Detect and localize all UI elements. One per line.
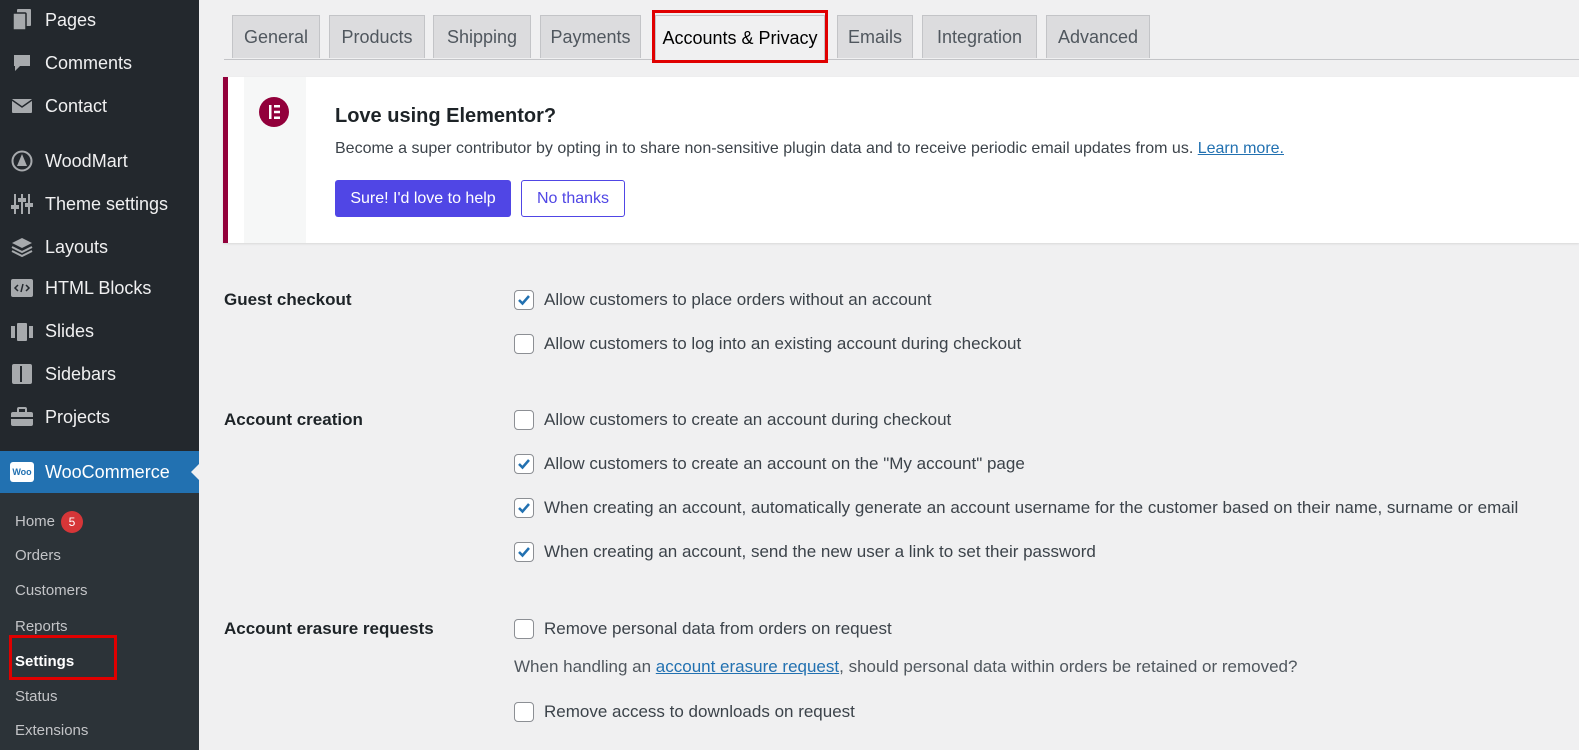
woocommerce-submenu: Home 5 Orders Customers Reports Settings … [0, 493, 199, 750]
tab-accounts-privacy[interactable]: Accounts & Privacy [655, 15, 825, 60]
elementor-logo-icon [259, 97, 289, 127]
tab-emails[interactable]: Emails [837, 15, 913, 58]
option-remove-downloads[interactable]: Remove access to downloads on request [514, 702, 855, 722]
option-guest-orders[interactable]: Allow customers to place orders without … [514, 290, 931, 310]
checkbox[interactable] [514, 619, 534, 639]
checkbox[interactable] [514, 410, 534, 430]
learn-more-link[interactable]: Learn more. [1198, 140, 1284, 157]
menu-item-slides[interactable]: Slides [0, 311, 199, 351]
checkbox[interactable] [514, 334, 534, 354]
menu-item-projects[interactable]: Projects [0, 397, 199, 437]
submenu-customers[interactable]: Customers [15, 582, 88, 599]
briefcase-icon [10, 405, 34, 429]
notice-title: Love using Elementor? [335, 105, 557, 127]
menu-item-layouts[interactable]: Layouts [0, 227, 199, 267]
envelope-icon [10, 94, 34, 118]
menu-item-sidebars[interactable]: Sidebars [0, 354, 199, 394]
slides-icon [10, 319, 34, 343]
submenu-settings[interactable]: Settings [15, 653, 74, 670]
erasure-description: When handling an account erasure request… [514, 657, 1298, 676]
submenu-orders[interactable]: Orders [15, 547, 61, 564]
tab-advanced[interactable]: Advanced [1046, 15, 1150, 58]
opt-in-button[interactable]: Sure! I'd love to help [335, 180, 511, 217]
notice-text: Become a super contributor by opting in … [335, 140, 1284, 157]
tab-general[interactable]: General [232, 15, 320, 58]
menu-item-woodmart[interactable]: WoodMart [0, 141, 199, 181]
checkbox[interactable] [514, 498, 534, 518]
current-menu-arrow [191, 464, 199, 480]
submenu-extensions[interactable]: Extensions [15, 722, 88, 739]
account-erasure-label: Account erasure requests [224, 619, 434, 638]
option-generate-username[interactable]: When creating an account, automatically … [514, 498, 1518, 518]
checkbox[interactable] [514, 542, 534, 562]
submenu-home[interactable]: Home 5 [15, 511, 84, 533]
account-erasure-request-link[interactable]: account erasure request [656, 657, 839, 676]
submenu-reports[interactable]: Reports [15, 618, 68, 635]
woodmart-icon [10, 149, 34, 173]
tab-shipping[interactable]: Shipping [433, 15, 531, 58]
option-create-my-account[interactable]: Allow customers to create an account on … [514, 454, 1025, 474]
checkbox[interactable] [514, 702, 534, 722]
sidebar-icon [10, 362, 34, 386]
tab-payments[interactable]: Payments [540, 15, 641, 58]
sliders-icon [10, 192, 34, 216]
tab-products[interactable]: Products [329, 15, 425, 58]
account-creation-label: Account creation [224, 410, 363, 429]
menu-item-html-blocks[interactable]: HTML Blocks [0, 268, 199, 308]
layers-icon [10, 235, 34, 259]
code-block-icon [10, 276, 34, 300]
checkbox[interactable] [514, 454, 534, 474]
option-create-at-checkout[interactable]: Allow customers to create an account dur… [514, 410, 951, 430]
notification-badge: 5 [61, 511, 84, 533]
woocommerce-icon: Woo [10, 460, 34, 484]
submenu-status[interactable]: Status [15, 688, 58, 705]
settings-tabs: General Products Shipping Payments Accou… [224, 14, 1579, 60]
menu-item-comments[interactable]: Comments [0, 43, 199, 83]
elementor-notice: Love using Elementor? Become a super con… [223, 77, 1579, 243]
admin-sidebar: Pages Comments Contact WoodMart Theme se… [0, 0, 199, 750]
menu-item-contact[interactable]: Contact [0, 86, 199, 126]
menu-item-pages[interactable]: Pages [0, 0, 199, 40]
comments-icon [10, 51, 34, 75]
pages-icon [10, 8, 34, 32]
no-thanks-button[interactable]: No thanks [521, 180, 625, 217]
menu-item-woocommerce[interactable]: Woo WooCommerce [0, 451, 199, 493]
option-guest-login[interactable]: Allow customers to log into an existing … [514, 334, 1021, 354]
menu-item-theme-settings[interactable]: Theme settings [0, 184, 199, 224]
option-remove-order-data[interactable]: Remove personal data from orders on requ… [514, 619, 892, 639]
guest-checkout-label: Guest checkout [224, 290, 352, 309]
checkbox[interactable] [514, 290, 534, 310]
tab-integration[interactable]: Integration [922, 15, 1037, 58]
option-send-password-link[interactable]: When creating an account, send the new u… [514, 542, 1096, 562]
